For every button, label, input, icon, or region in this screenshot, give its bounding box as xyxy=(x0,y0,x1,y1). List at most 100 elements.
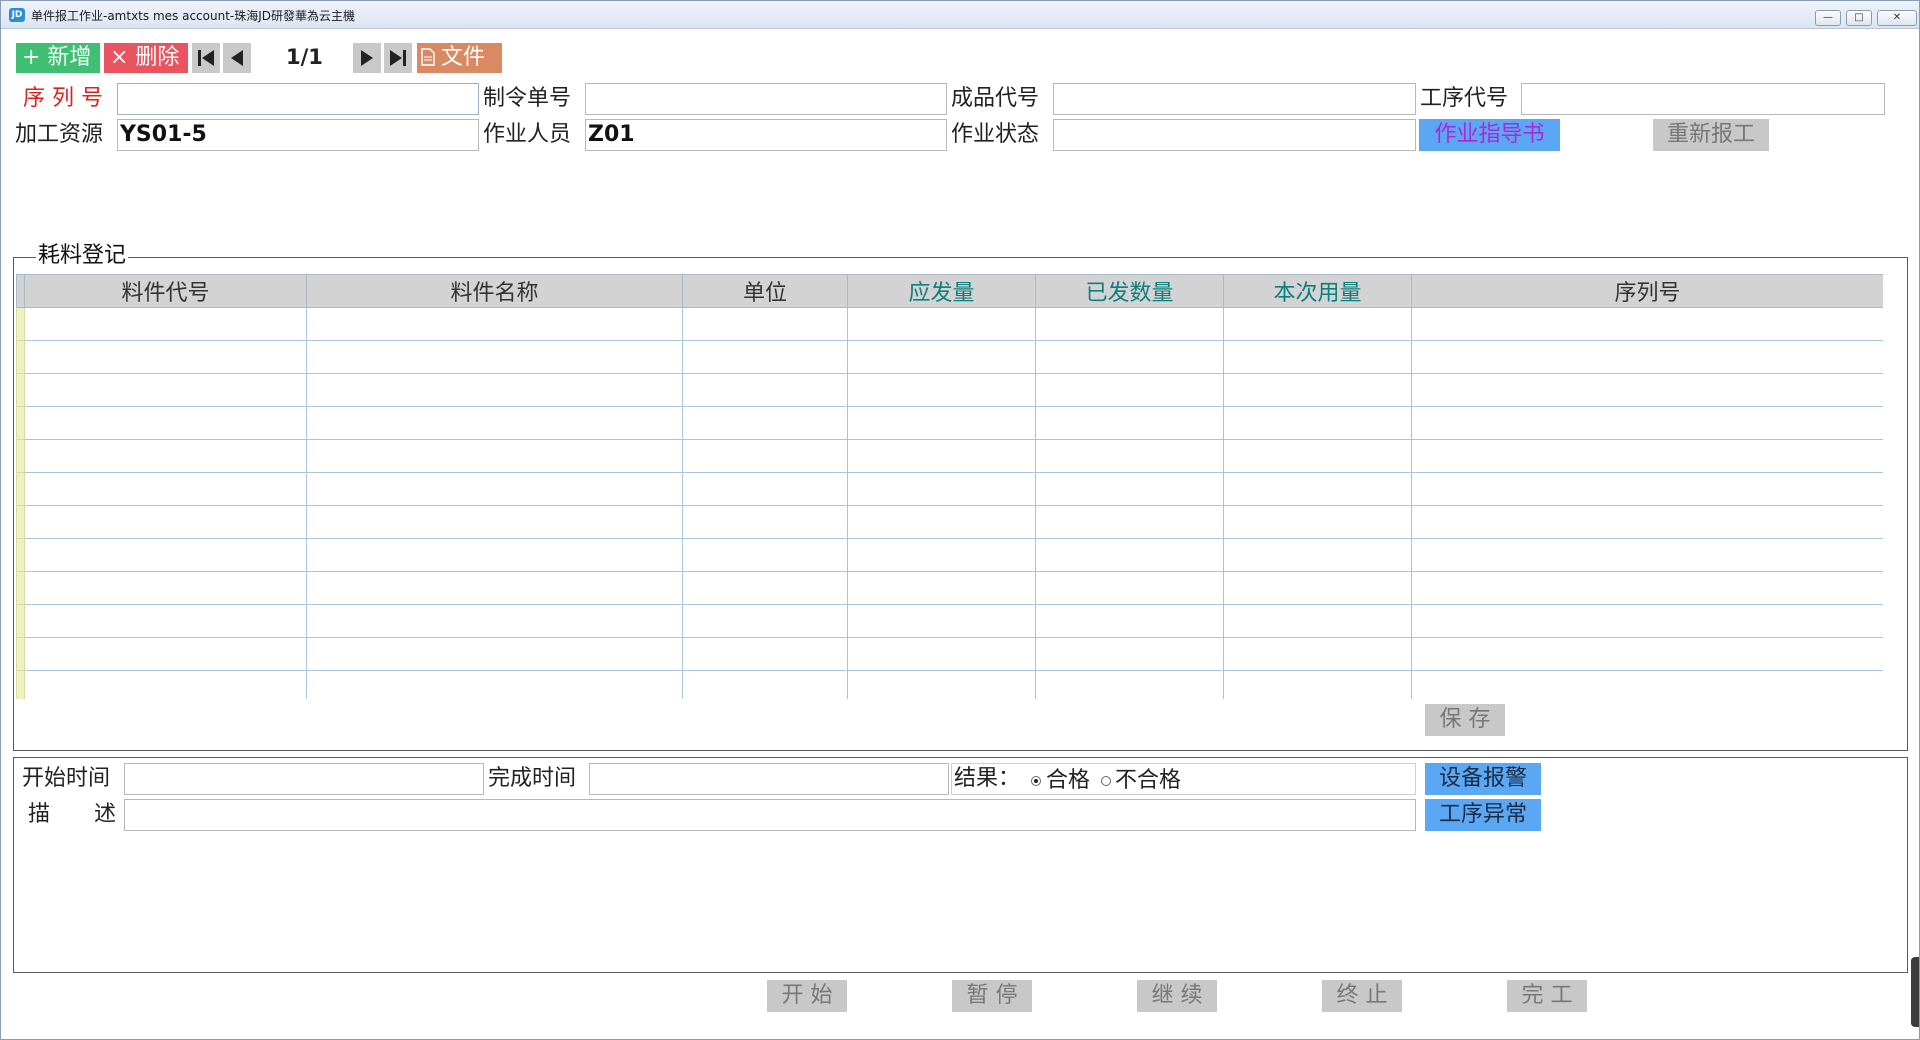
close-button[interactable]: ✕ xyxy=(1877,10,1917,26)
table-row[interactable] xyxy=(16,637,1883,671)
result-fail-label[interactable]: 不合格 xyxy=(1115,766,1181,796)
table-cell[interactable] xyxy=(1223,571,1412,605)
table-cell[interactable] xyxy=(1411,571,1883,605)
table-cell[interactable] xyxy=(1035,472,1224,506)
column-header[interactable]: 已发数量 xyxy=(1035,274,1224,308)
table-row[interactable] xyxy=(16,472,1883,506)
operator-input[interactable]: Z01 xyxy=(585,119,947,151)
table-cell[interactable] xyxy=(1035,637,1224,671)
table-cell[interactable] xyxy=(847,637,1036,671)
table-cell[interactable] xyxy=(1035,538,1224,572)
table-cell[interactable] xyxy=(1035,670,1224,699)
row-header-cell[interactable] xyxy=(16,439,25,473)
table-cell[interactable] xyxy=(1035,373,1224,407)
table-cell[interactable] xyxy=(1223,670,1412,699)
order-input[interactable] xyxy=(585,83,947,115)
complete-button[interactable]: 完 工 xyxy=(1507,980,1587,1012)
first-record-button[interactable] xyxy=(192,43,220,73)
save-button[interactable]: 保 存 xyxy=(1425,704,1505,736)
table-cell[interactable] xyxy=(1411,604,1883,638)
row-header-cell[interactable] xyxy=(16,571,25,605)
start-time-input[interactable] xyxy=(124,763,484,795)
table-cell[interactable] xyxy=(682,307,848,341)
table-cell[interactable] xyxy=(1411,307,1883,341)
row-header-cell[interactable] xyxy=(16,604,25,638)
table-cell[interactable] xyxy=(24,307,307,341)
process-input[interactable] xyxy=(1521,83,1885,115)
resume-button[interactable]: 继 续 xyxy=(1137,980,1217,1012)
table-cell[interactable] xyxy=(1035,406,1224,440)
table-cell[interactable] xyxy=(306,307,683,341)
table-cell[interactable] xyxy=(1411,637,1883,671)
column-header[interactable]: 应发量 xyxy=(847,274,1036,308)
table-cell[interactable] xyxy=(306,670,683,699)
table-cell[interactable] xyxy=(1035,340,1224,374)
pause-button[interactable]: 暂 停 xyxy=(952,980,1032,1012)
file-button[interactable]: 文件 xyxy=(417,43,502,73)
table-cell[interactable] xyxy=(1411,472,1883,506)
table-cell[interactable] xyxy=(1411,439,1883,473)
table-cell[interactable] xyxy=(682,472,848,506)
serial-input[interactable] xyxy=(117,83,479,115)
start-button[interactable]: 开 始 xyxy=(767,980,847,1012)
table-row[interactable] xyxy=(16,439,1883,473)
table-cell[interactable] xyxy=(306,505,683,539)
process-abnormal-button[interactable]: 工序异常 xyxy=(1425,799,1541,831)
material-table[interactable]: 料件代号 料件名称 单位 应发量 已发数量 本次用量 序列号 xyxy=(16,274,1883,699)
table-cell[interactable] xyxy=(24,571,307,605)
description-input[interactable] xyxy=(124,799,1416,831)
delete-button[interactable]: × 删除 xyxy=(104,43,188,73)
table-cell[interactable] xyxy=(682,538,848,572)
side-scroll-tab[interactable] xyxy=(1911,957,1919,1027)
table-cell[interactable] xyxy=(682,406,848,440)
table-cell[interactable] xyxy=(24,340,307,374)
table-cell[interactable] xyxy=(847,670,1036,699)
table-cell[interactable] xyxy=(24,538,307,572)
table-cell[interactable] xyxy=(1411,505,1883,539)
table-row[interactable] xyxy=(16,538,1883,572)
table-cell[interactable] xyxy=(682,604,848,638)
table-cell[interactable] xyxy=(1223,637,1412,671)
table-cell[interactable] xyxy=(847,439,1036,473)
table-cell[interactable] xyxy=(24,373,307,407)
table-row[interactable] xyxy=(16,406,1883,440)
table-cell[interactable] xyxy=(24,472,307,506)
stop-button[interactable]: 终 止 xyxy=(1322,980,1402,1012)
table-cell[interactable] xyxy=(306,340,683,374)
row-header-cell[interactable] xyxy=(16,373,25,407)
table-cell[interactable] xyxy=(847,571,1036,605)
previous-record-button[interactable] xyxy=(223,43,251,73)
table-cell[interactable] xyxy=(1035,604,1224,638)
table-cell[interactable] xyxy=(682,340,848,374)
table-cell[interactable] xyxy=(1035,571,1224,605)
row-header-cell[interactable] xyxy=(16,406,25,440)
column-header[interactable]: 料件代号 xyxy=(24,274,307,308)
result-pass-label[interactable]: 合格 xyxy=(1046,766,1090,796)
table-row[interactable] xyxy=(16,340,1883,374)
resource-input[interactable]: YS01-5 xyxy=(117,119,479,151)
table-cell[interactable] xyxy=(306,406,683,440)
table-cell[interactable] xyxy=(306,538,683,572)
column-header[interactable]: 料件名称 xyxy=(306,274,683,308)
table-cell[interactable] xyxy=(1223,373,1412,407)
table-cell[interactable] xyxy=(847,307,1036,341)
result-pass-radio[interactable] xyxy=(1031,776,1041,786)
next-record-button[interactable] xyxy=(353,43,381,73)
finish-time-input[interactable] xyxy=(589,763,949,795)
column-header[interactable]: 本次用量 xyxy=(1223,274,1412,308)
table-cell[interactable] xyxy=(682,571,848,605)
table-cell[interactable] xyxy=(1035,505,1224,539)
row-header-cell[interactable] xyxy=(16,505,25,539)
table-cell[interactable] xyxy=(682,439,848,473)
row-header-cell[interactable] xyxy=(16,538,25,572)
table-cell[interactable] xyxy=(847,340,1036,374)
table-cell[interactable] xyxy=(306,604,683,638)
table-cell[interactable] xyxy=(24,439,307,473)
row-header-cell[interactable] xyxy=(16,637,25,671)
table-cell[interactable] xyxy=(1411,406,1883,440)
table-cell[interactable] xyxy=(1223,406,1412,440)
table-cell[interactable] xyxy=(24,505,307,539)
table-cell[interactable] xyxy=(1411,340,1883,374)
table-cell[interactable] xyxy=(306,571,683,605)
table-cell[interactable] xyxy=(847,406,1036,440)
